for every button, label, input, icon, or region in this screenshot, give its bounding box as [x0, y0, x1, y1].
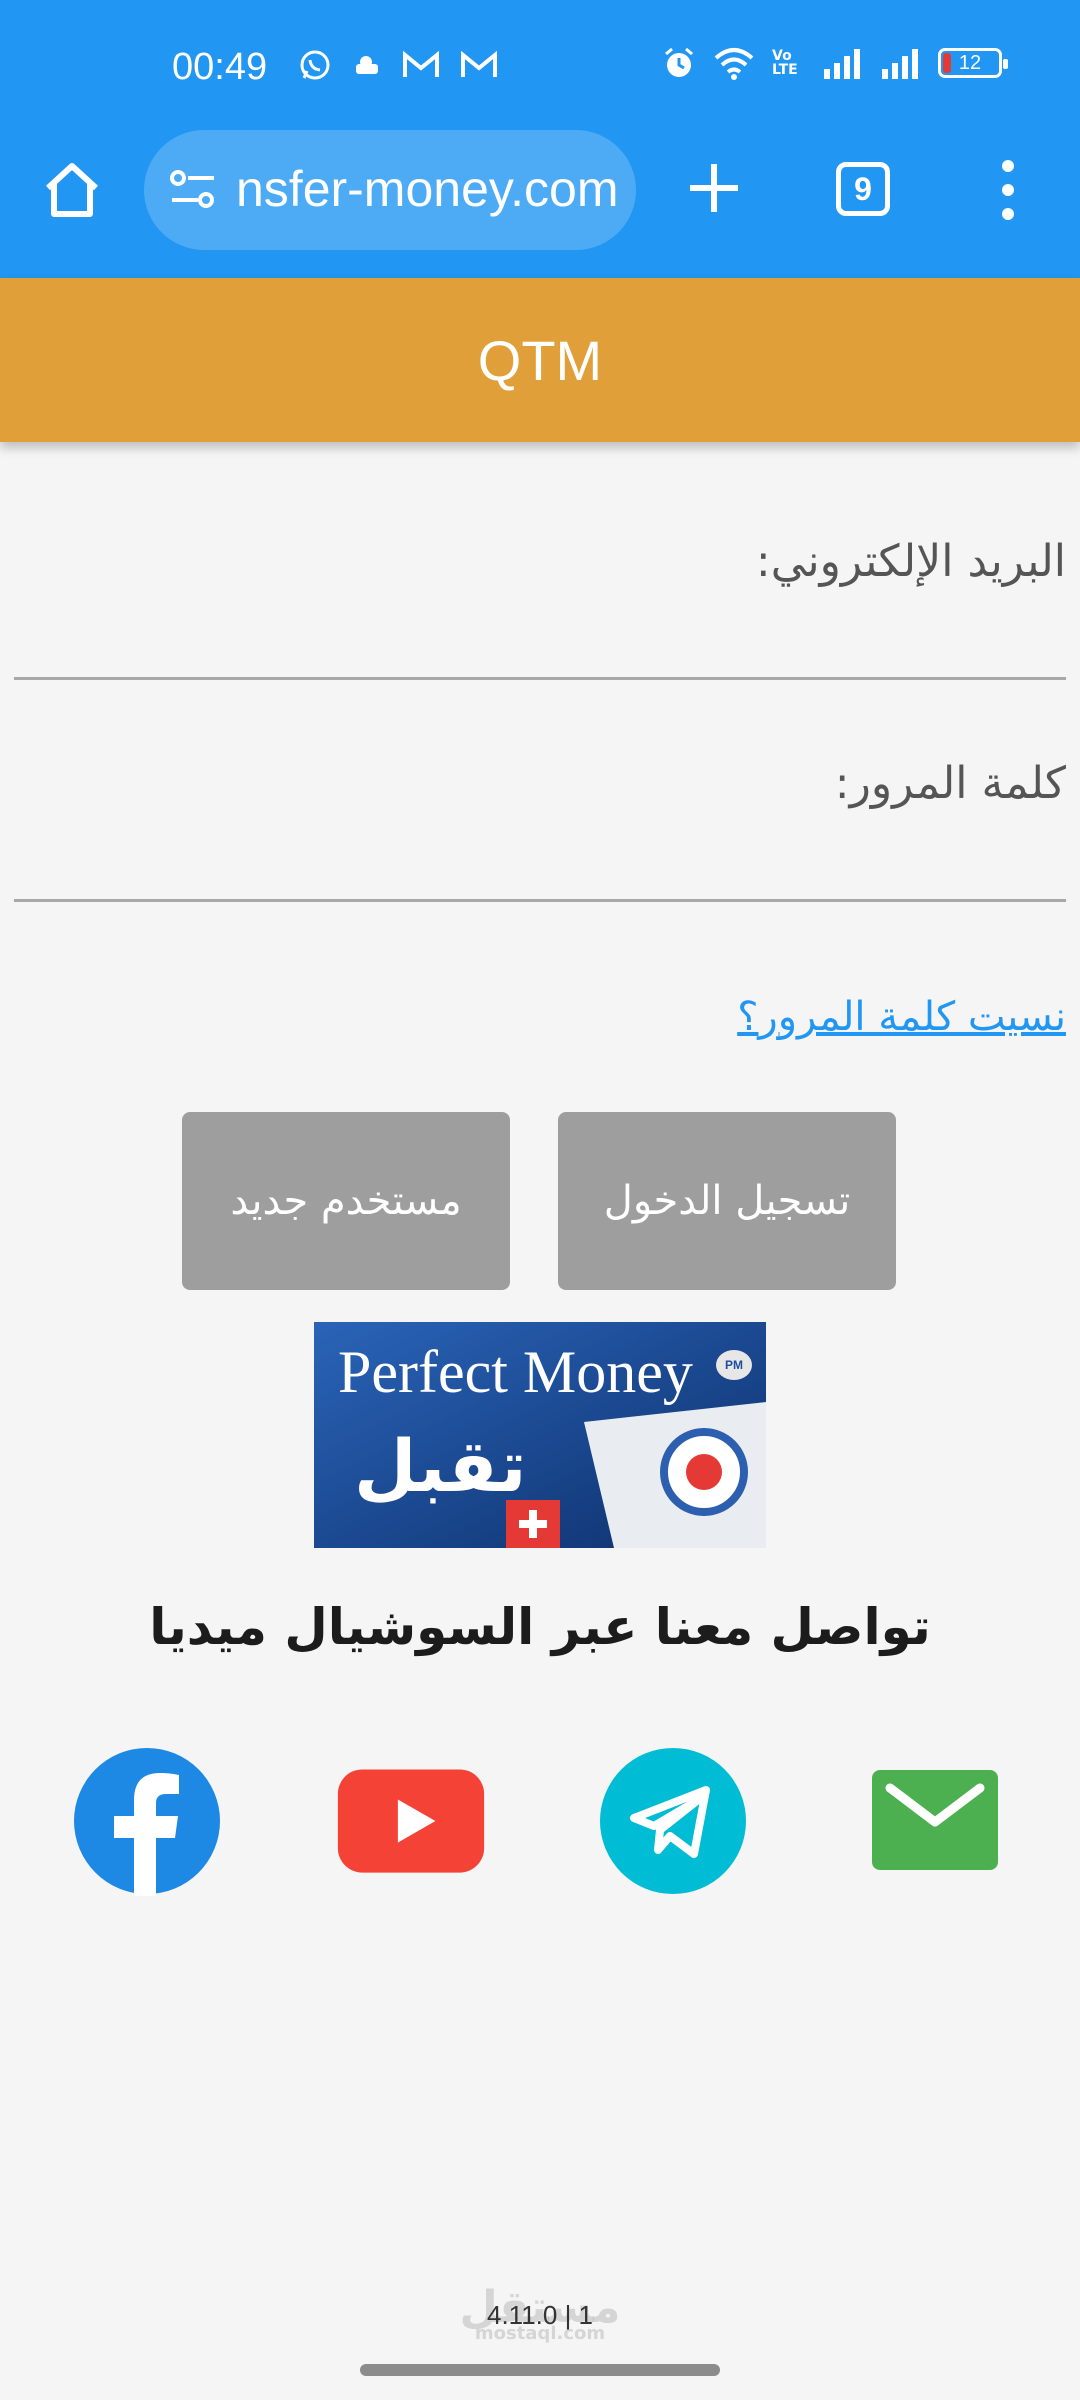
- system-icons: Vo LTE 12: [662, 46, 1008, 80]
- forgot-password-link[interactable]: نسيت كلمة المرور؟: [737, 994, 1066, 1040]
- signal-icon: [824, 49, 860, 79]
- social-heading: تواصل معنا عبر السوشيال ميديا: [149, 1598, 931, 1656]
- youtube-icon[interactable]: [336, 1746, 486, 1896]
- whatsapp-icon: [300, 50, 330, 80]
- app-title: QTM: [477, 328, 603, 392]
- banner-arabic-text: تقبل: [354, 1424, 527, 1508]
- app-header: QTM: [0, 278, 1080, 442]
- gesture-nav-handle[interactable]: [360, 2364, 720, 2376]
- login-button[interactable]: تسجيل الدخول: [558, 1112, 896, 1290]
- status-time: 00:49: [172, 46, 268, 88]
- alarm-icon: [665, 47, 693, 77]
- password-field[interactable]: [14, 822, 1066, 902]
- telegram-icon[interactable]: [598, 1746, 748, 1896]
- home-icon[interactable]: [40, 158, 104, 222]
- perfect-money-banner: Perfect Money PM تقبل: [314, 1322, 766, 1548]
- cloud-app-icon: [356, 56, 378, 74]
- email-field[interactable]: [14, 600, 1066, 680]
- volte-label: Vo LTE: [772, 48, 798, 78]
- gmail-icon-2: [461, 50, 497, 77]
- tab-switcher-button[interactable]: 9: [836, 162, 890, 216]
- more-menu-icon[interactable]: [994, 160, 1022, 220]
- wifi-icon: [714, 48, 754, 80]
- new-tab-icon[interactable]: [684, 158, 744, 218]
- url-bar[interactable]: ​nsfer-money.com: [144, 130, 636, 250]
- url-text[interactable]: ​nsfer-money.com: [236, 160, 636, 218]
- gmail-icon: [403, 50, 439, 77]
- site-settings-icon[interactable]: [168, 166, 218, 214]
- email-label: البريد الإلكتروني:: [755, 536, 1066, 587]
- register-button[interactable]: مستخدم جديد: [182, 1112, 510, 1290]
- battery-icon: 12: [938, 48, 1008, 78]
- password-label: كلمة المرور:: [834, 758, 1066, 809]
- battery-level: 12: [958, 51, 982, 74]
- banner-title: Perfect Money: [338, 1339, 693, 1405]
- notification-icons: [298, 48, 498, 82]
- signal-icon-2: [882, 49, 918, 79]
- email-icon[interactable]: [858, 1746, 1008, 1896]
- version-label: 4.11.0 | 1: [486, 2300, 594, 2330]
- banner-badge: PM: [716, 1350, 752, 1380]
- facebook-icon[interactable]: [72, 1746, 222, 1896]
- browser-chrome: 00:49 Vo LTE 12 ​nsfer-money.com 9: [0, 0, 1080, 278]
